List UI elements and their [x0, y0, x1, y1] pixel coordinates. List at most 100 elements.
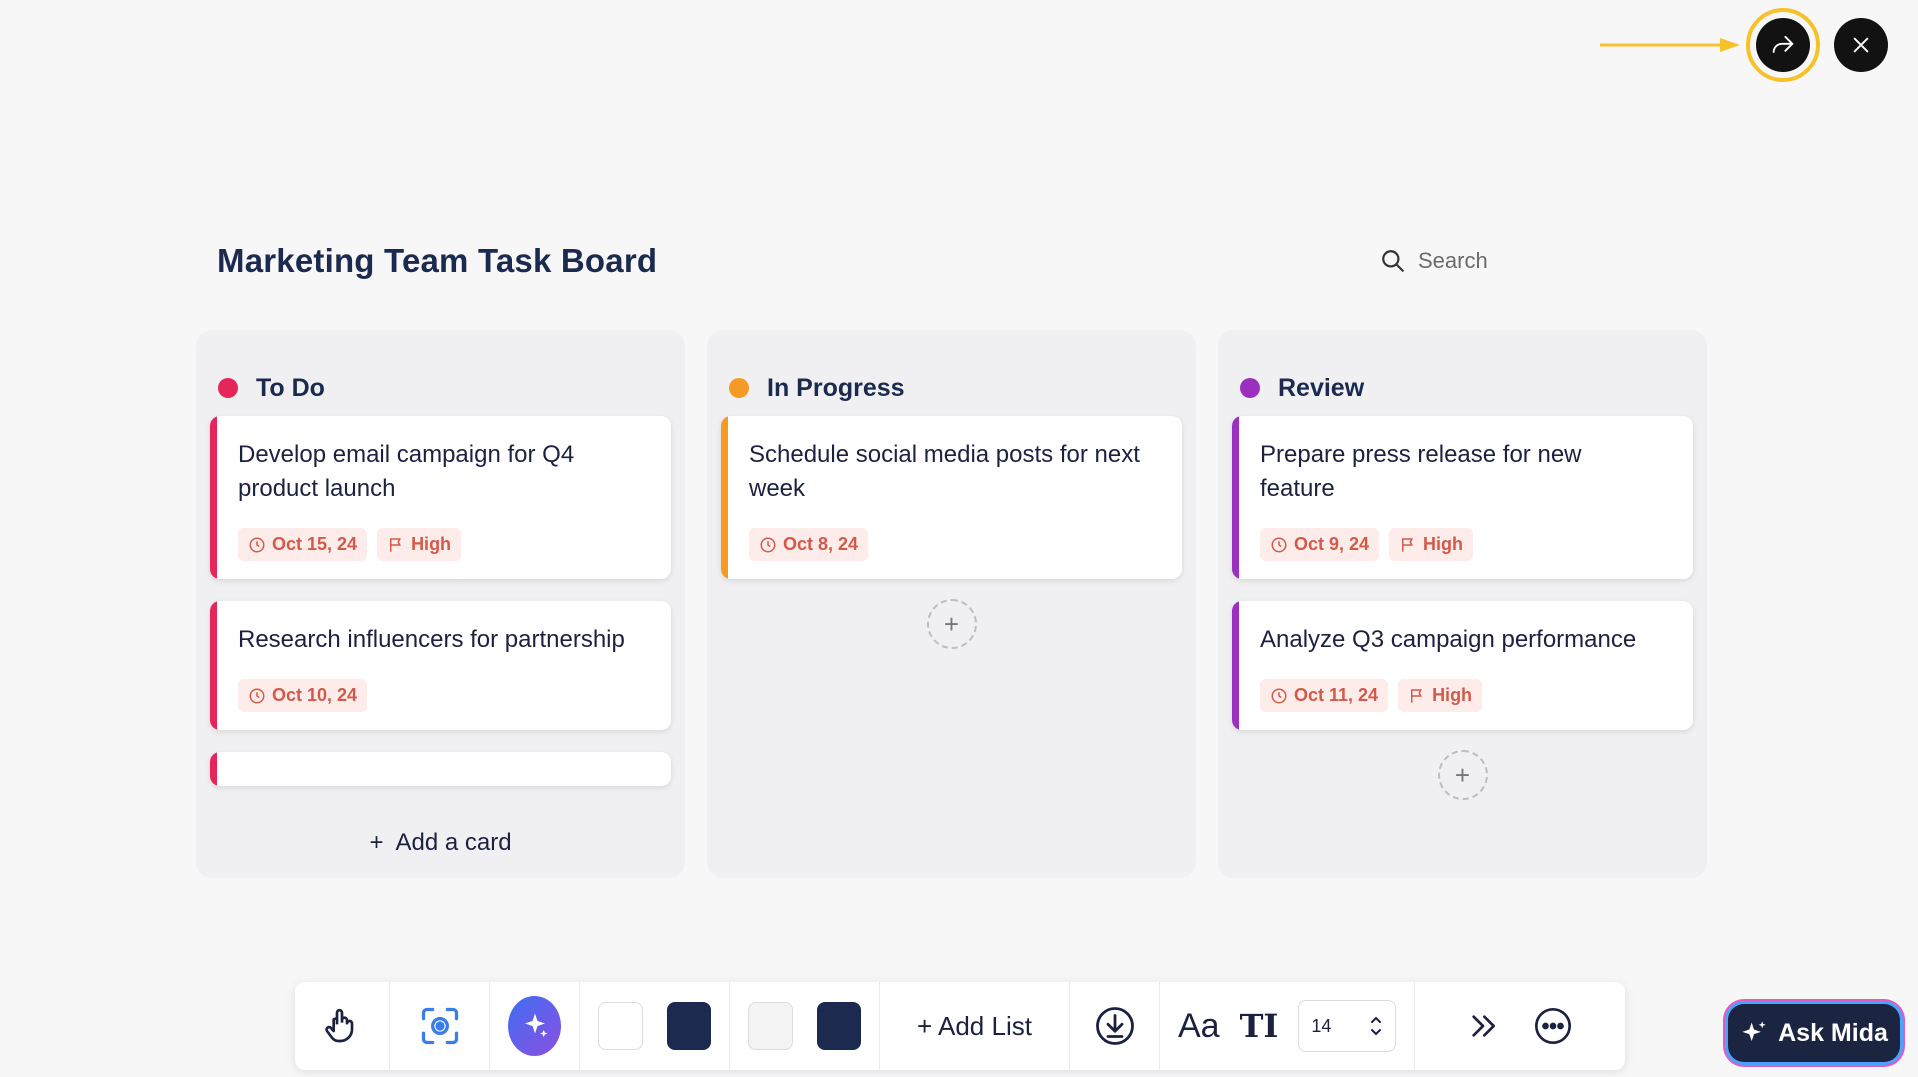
- ask-mida-button[interactable]: Ask Mida: [1728, 1004, 1900, 1062]
- stepper-arrows-icon[interactable]: [1369, 1012, 1383, 1040]
- due-date-tag: Oct 8, 24: [749, 528, 869, 561]
- due-date-text: Oct 9, 24: [1294, 534, 1370, 554]
- priority-tag: High: [377, 528, 462, 561]
- share-button[interactable]: [1756, 18, 1810, 72]
- column-in-progress: In Progress Schedule social media posts …: [707, 330, 1196, 878]
- share-highlight-ring: [1746, 8, 1820, 82]
- search-box[interactable]: [1380, 245, 1620, 277]
- plus-icon: +: [369, 829, 384, 856]
- font-size-stepper[interactable]: 14: [1298, 1000, 1396, 1052]
- board-title: Marketing Team Task Board: [217, 242, 658, 279]
- swatch-navy[interactable]: [666, 1002, 711, 1050]
- card-tags: Oct 8, 24: [749, 528, 1158, 561]
- clock-icon: [249, 688, 265, 703]
- card-title: Research influencers for partnership: [238, 626, 625, 653]
- more-options-icon[interactable]: [1533, 1006, 1573, 1046]
- column-header: To Do: [196, 330, 685, 416]
- board-columns: To Do Develop email campaign for Q4 prod…: [196, 330, 1707, 878]
- due-date-tag: Oct 10, 24: [238, 679, 368, 712]
- flag-icon: [390, 537, 402, 552]
- hand-tool-button[interactable]: [295, 982, 390, 1070]
- task-card[interactable]: Schedule social media posts for next wee…: [721, 416, 1182, 579]
- add-card-plus-button[interactable]: +: [1437, 750, 1488, 800]
- font-size-value: 14: [1311, 1015, 1332, 1036]
- due-date-tag: Oct 9, 24: [1260, 528, 1380, 561]
- add-card-button[interactable]: + Add a card: [196, 808, 685, 878]
- text-size-button[interactable]: TI: [1240, 1007, 1279, 1045]
- background-color-segment: [580, 982, 730, 1070]
- flag-icon: [1411, 688, 1423, 703]
- priority-text: High: [411, 534, 452, 554]
- card-tags: Oct 15, 24 High: [238, 528, 647, 561]
- due-date-text: Oct 11, 24: [1294, 685, 1379, 705]
- add-card-label: Add a card: [395, 829, 512, 856]
- card-tags: Oct 9, 24 High: [1260, 528, 1669, 561]
- card-tags: Oct 11, 24 High: [1260, 679, 1669, 712]
- task-card[interactable]: Prepare press release for new feature Oc…: [1232, 416, 1693, 579]
- download-button[interactable]: [1070, 982, 1160, 1070]
- font-family-button[interactable]: Aa: [1178, 1007, 1220, 1046]
- card-list: Develop email campaign for Q4 product la…: [196, 416, 685, 786]
- due-date-text: Oct 8, 24: [783, 534, 859, 554]
- priority-text: High: [1423, 534, 1464, 554]
- column-status-dot: [729, 378, 749, 398]
- priority-tag: High: [1389, 528, 1474, 561]
- sparkle-icon: [524, 1013, 547, 1038]
- column-title: Review: [1278, 373, 1365, 402]
- card-title: Schedule social media posts for next wee…: [749, 441, 1140, 502]
- pointer-arrow-icon: [1600, 38, 1740, 52]
- due-date-text: Oct 15, 24: [272, 534, 358, 554]
- share-icon: [1772, 35, 1794, 53]
- add-list-segment: + Add List: [880, 982, 1070, 1070]
- add-list-button[interactable]: + Add List: [917, 1011, 1032, 1042]
- double-chevron-right-icon[interactable]: [1467, 1010, 1499, 1042]
- clock-icon: [249, 537, 265, 552]
- ai-sparkle-button[interactable]: [508, 996, 561, 1056]
- due-date-tag: Oct 15, 24: [238, 528, 368, 561]
- card-title: Develop email campaign for Q4 product la…: [238, 441, 575, 502]
- ask-mida-label: Ask Mida: [1778, 1018, 1888, 1047]
- more-tools-segment: [1415, 982, 1625, 1070]
- card-title: Analyze Q3 campaign performance: [1260, 626, 1637, 653]
- clock-icon: [1271, 688, 1287, 703]
- swatch-navy[interactable]: [816, 1002, 861, 1050]
- swatch-light-gray[interactable]: [748, 1002, 793, 1050]
- priority-text: High: [1432, 685, 1473, 705]
- task-card-partial[interactable]: [210, 752, 671, 786]
- column-status-dot: [218, 378, 238, 398]
- column-title: To Do: [256, 373, 325, 402]
- capture-button[interactable]: [390, 982, 490, 1070]
- task-card[interactable]: Develop email campaign for Q4 product la…: [210, 416, 671, 579]
- add-card-plus-button[interactable]: +: [926, 599, 977, 649]
- close-icon: [1853, 37, 1869, 53]
- column-review: Review Prepare press release for new fea…: [1218, 330, 1707, 878]
- due-date-tag: Oct 11, 24: [1260, 679, 1389, 712]
- priority-tag: High: [1398, 679, 1483, 712]
- capture-focus-icon: [421, 1007, 458, 1045]
- flag-icon: [1402, 537, 1414, 552]
- task-board-page: Marketing Team Task Board To Do Develop …: [0, 0, 1918, 1077]
- card-list: Prepare press release for new feature Oc…: [1218, 416, 1707, 730]
- font-controls-segment: Aa TI 14: [1160, 982, 1415, 1070]
- hand-pointer-icon: [325, 1008, 354, 1043]
- column-header: Review: [1218, 330, 1707, 416]
- task-card[interactable]: Analyze Q3 campaign performance Oct 11, …: [1232, 601, 1693, 730]
- card-list: Schedule social media posts for next wee…: [707, 416, 1196, 579]
- card-title: Prepare press release for new feature: [1260, 441, 1582, 502]
- clock-icon: [760, 537, 776, 552]
- close-button[interactable]: [1834, 18, 1888, 72]
- search-input[interactable]: [1418, 248, 1598, 274]
- clock-icon: [1271, 537, 1287, 552]
- top-actions: [1746, 8, 1888, 82]
- bottom-toolbar: + Add List Aa TI 14: [295, 982, 1625, 1070]
- column-to-do: To Do Develop email campaign for Q4 prod…: [196, 330, 685, 878]
- task-card[interactable]: Research influencers for partnership Oct…: [210, 601, 671, 730]
- sparkle-icon: [1742, 1021, 1766, 1042]
- card-color-segment: [730, 982, 880, 1070]
- swatch-white[interactable]: [598, 1002, 643, 1050]
- due-date-text: Oct 10, 24: [272, 685, 358, 705]
- download-icon: [1095, 1007, 1134, 1045]
- search-icon: [1382, 250, 1404, 272]
- ai-tool-segment: [490, 982, 580, 1070]
- column-header: In Progress: [707, 330, 1196, 416]
